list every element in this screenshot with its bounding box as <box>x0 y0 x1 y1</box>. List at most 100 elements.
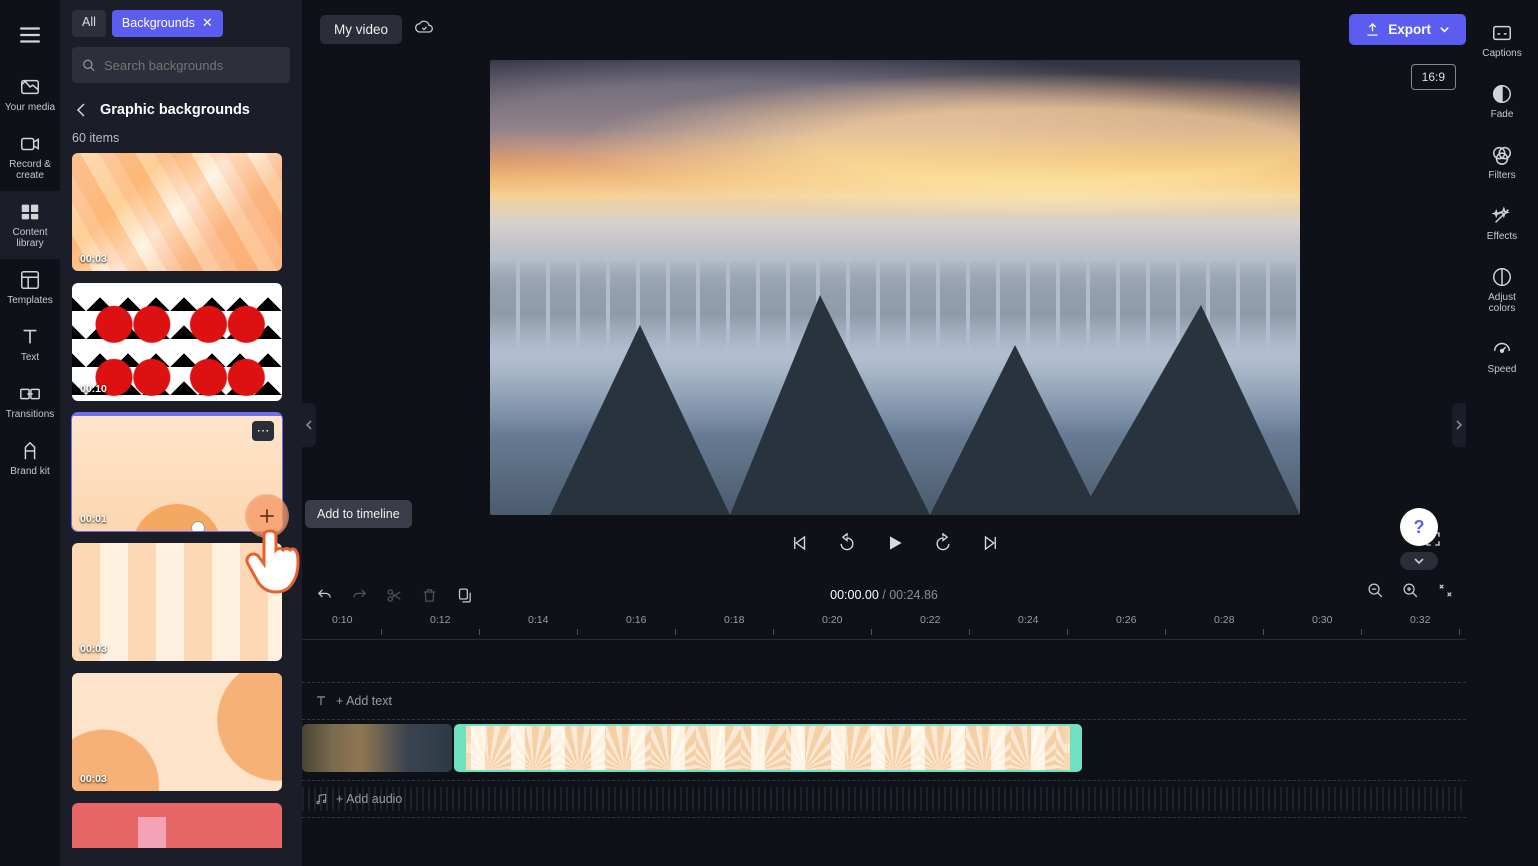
tool-effects[interactable]: Effects <box>1466 193 1538 254</box>
ruler-tick: 0:14 <box>528 614 548 626</box>
content-library-panel: All Backgrounds ✕ Graphic backgrounds 60… <box>60 0 302 866</box>
chip-backgrounds[interactable]: Backgrounds ✕ <box>112 10 223 37</box>
thumbnail-item[interactable]: 00:03 <box>72 543 282 661</box>
search-icon <box>82 58 96 73</box>
thumbnail-item[interactable]: 00:03 <box>72 153 282 271</box>
zoom-out-icon[interactable] <box>1367 582 1384 599</box>
timeline-clip[interactable] <box>302 724 452 772</box>
nav-record-create[interactable]: Record & create <box>0 123 60 191</box>
thumbnail-item[interactable]: 00:10 <box>72 283 282 401</box>
nav-text[interactable]: Text <box>0 316 60 373</box>
chevron-down-icon <box>1439 24 1450 35</box>
nav-templates[interactable]: Templates <box>0 259 60 316</box>
back-icon[interactable] <box>72 101 90 119</box>
thumbnail-item[interactable] <box>72 803 282 848</box>
video-track[interactable]: || || <box>302 722 1466 774</box>
upload-icon <box>1365 22 1380 37</box>
duplicate-icon[interactable] <box>456 587 473 604</box>
item-count: 60 items <box>60 127 302 153</box>
ruler-tick: 0:24 <box>1018 614 1038 626</box>
ruler-tick: 0:28 <box>1214 614 1234 626</box>
duration-badge: 00:01 <box>80 513 107 525</box>
timeline-ruler[interactable]: 0:10 0:12 0:14 0:16 0:18 0:20 0:22 0:24 0:26 0:28… <box>302 614 1466 640</box>
ruler-tick: 0:18 <box>724 614 744 626</box>
ruler-tick: 0:10 <box>332 614 352 626</box>
nav-label: Brand kit <box>10 466 49 477</box>
chip-all[interactable]: All <box>72 10 106 37</box>
nav-label: Transitions <box>6 409 55 420</box>
aspect-ratio-button[interactable]: 16:9 <box>1411 64 1456 90</box>
tool-fade[interactable]: Fade <box>1466 71 1538 132</box>
nav-label: Record & create <box>9 159 51 181</box>
nav-transitions[interactable]: Transitions <box>0 373 60 430</box>
redo-icon[interactable] <box>351 587 368 604</box>
duration-badge: 00:10 <box>80 383 107 395</box>
delete-icon[interactable] <box>421 587 438 604</box>
project-title[interactable]: My video <box>320 15 402 44</box>
text-track[interactable]: + Add text <box>302 682 1466 720</box>
ruler-tick: 0:22 <box>920 614 940 626</box>
ruler-tick: 0:20 <box>822 614 842 626</box>
nav-content-library[interactable]: Content library <box>0 191 60 259</box>
nav-your-media[interactable]: Your media <box>0 66 60 123</box>
duration-badge: 00:03 <box>80 643 107 655</box>
add-to-timeline-button[interactable] <box>245 494 289 538</box>
music-icon <box>314 792 328 806</box>
add-audio-hint[interactable]: + Add audio <box>314 792 402 806</box>
nav-label: Templates <box>7 295 53 306</box>
thumbnail-item[interactable]: 00:03 <box>72 673 282 791</box>
top-bar: My video Export <box>320 12 1466 46</box>
timeline-clip-selected[interactable]: || || <box>454 724 1082 772</box>
rewind-10-icon[interactable] <box>837 533 857 553</box>
scrub-handle[interactable] <box>191 521 205 531</box>
audio-track[interactable]: + Add audio <box>302 780 1466 818</box>
playback-controls <box>490 525 1300 561</box>
left-nav-rail: Your media Record & create Content libra… <box>0 0 60 866</box>
fit-icon[interactable] <box>1437 582 1454 599</box>
duration-badge: 00:03 <box>80 253 107 265</box>
nav-label: Text <box>21 352 39 363</box>
ruler-tick: 0:30 <box>1312 614 1332 626</box>
help-button[interactable]: ? <box>1400 508 1438 546</box>
split-icon[interactable] <box>386 587 403 604</box>
nav-brand-kit[interactable]: Brand kit <box>0 430 60 487</box>
clip-handle-right[interactable]: || <box>1065 726 1070 770</box>
close-icon[interactable]: ✕ <box>202 15 213 31</box>
waveform-placeholder <box>302 787 1466 811</box>
text-icon <box>314 694 328 708</box>
ruler-tick: 0:16 <box>626 614 646 626</box>
tool-captions[interactable]: Captions <box>1466 10 1538 71</box>
right-tools-rail: Captions Fade Filters Effects Adjust col… <box>1466 0 1538 866</box>
export-button[interactable]: Export <box>1349 14 1466 45</box>
tool-speed[interactable]: Speed <box>1466 326 1538 387</box>
search-field[interactable] <box>104 58 280 73</box>
tool-filters[interactable]: Filters <box>1466 132 1538 193</box>
skip-back-icon[interactable] <box>791 534 809 552</box>
tool-adjust-colors[interactable]: Adjust colors <box>1466 254 1538 326</box>
timeline-timecode: 00:00.00 / 00:24.86 <box>830 588 938 602</box>
chip-label: Backgrounds <box>122 16 195 30</box>
zoom-in-icon[interactable] <box>1402 582 1419 599</box>
skip-forward-icon[interactable] <box>981 534 999 552</box>
export-label: Export <box>1388 22 1431 37</box>
search-input[interactable] <box>72 47 290 83</box>
video-preview[interactable] <box>490 60 1300 515</box>
ruler-tick: 0:32 <box>1410 614 1430 626</box>
nav-label: Your media <box>5 102 55 113</box>
collapse-right-handle[interactable] <box>1452 403 1466 447</box>
forward-10-icon[interactable] <box>933 533 953 553</box>
help-expand[interactable] <box>1400 552 1438 570</box>
menu-icon[interactable] <box>17 22 43 48</box>
ruler-tick: 0:26 <box>1116 614 1136 626</box>
more-icon[interactable]: ⋯ <box>252 421 274 441</box>
cloud-sync-icon[interactable] <box>414 17 434 42</box>
duration-badge: 00:03 <box>80 773 107 785</box>
timeline-zoom <box>1367 582 1454 599</box>
play-icon[interactable] <box>885 533 905 553</box>
panel-title: Graphic backgrounds <box>100 102 250 118</box>
timeline-toolbar: 00:00.00 / 00:24.86 <box>302 576 1466 614</box>
undo-icon[interactable] <box>316 587 333 604</box>
add-text-hint[interactable]: + Add text <box>314 694 392 708</box>
ruler-tick: 0:12 <box>430 614 450 626</box>
collapse-panel-handle[interactable] <box>302 403 316 447</box>
